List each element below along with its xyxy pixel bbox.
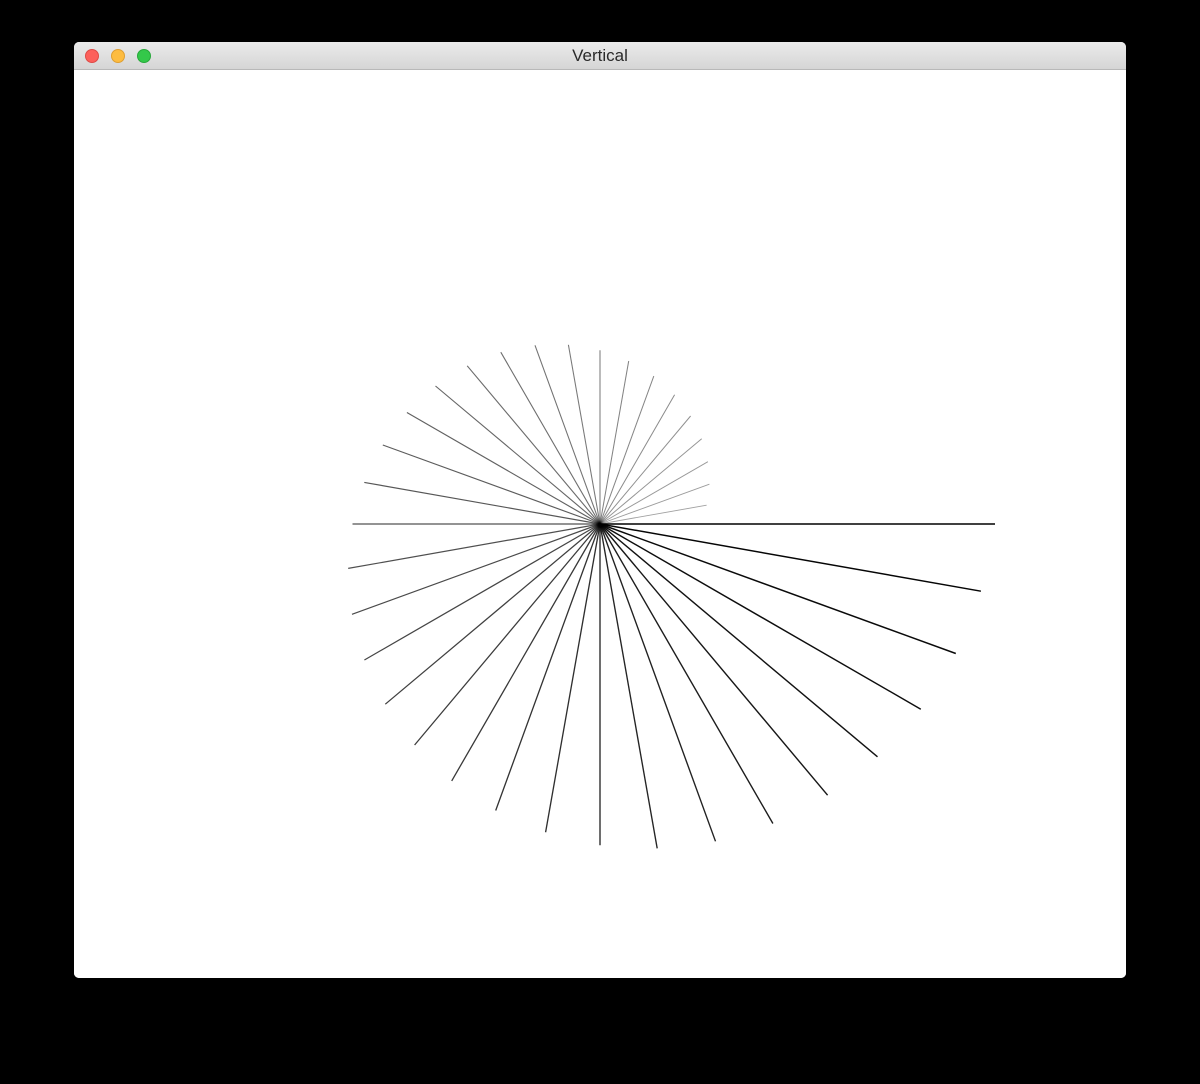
- title-bar[interactable]: Vertical: [74, 42, 1126, 70]
- radial-lines-graphic: [348, 344, 995, 849]
- window-title: Vertical: [572, 46, 628, 65]
- radial-line: [599, 523, 957, 655]
- radial-line: [599, 523, 878, 758]
- app-window: Vertical: [74, 42, 1126, 978]
- drawing-canvas: [74, 71, 1126, 978]
